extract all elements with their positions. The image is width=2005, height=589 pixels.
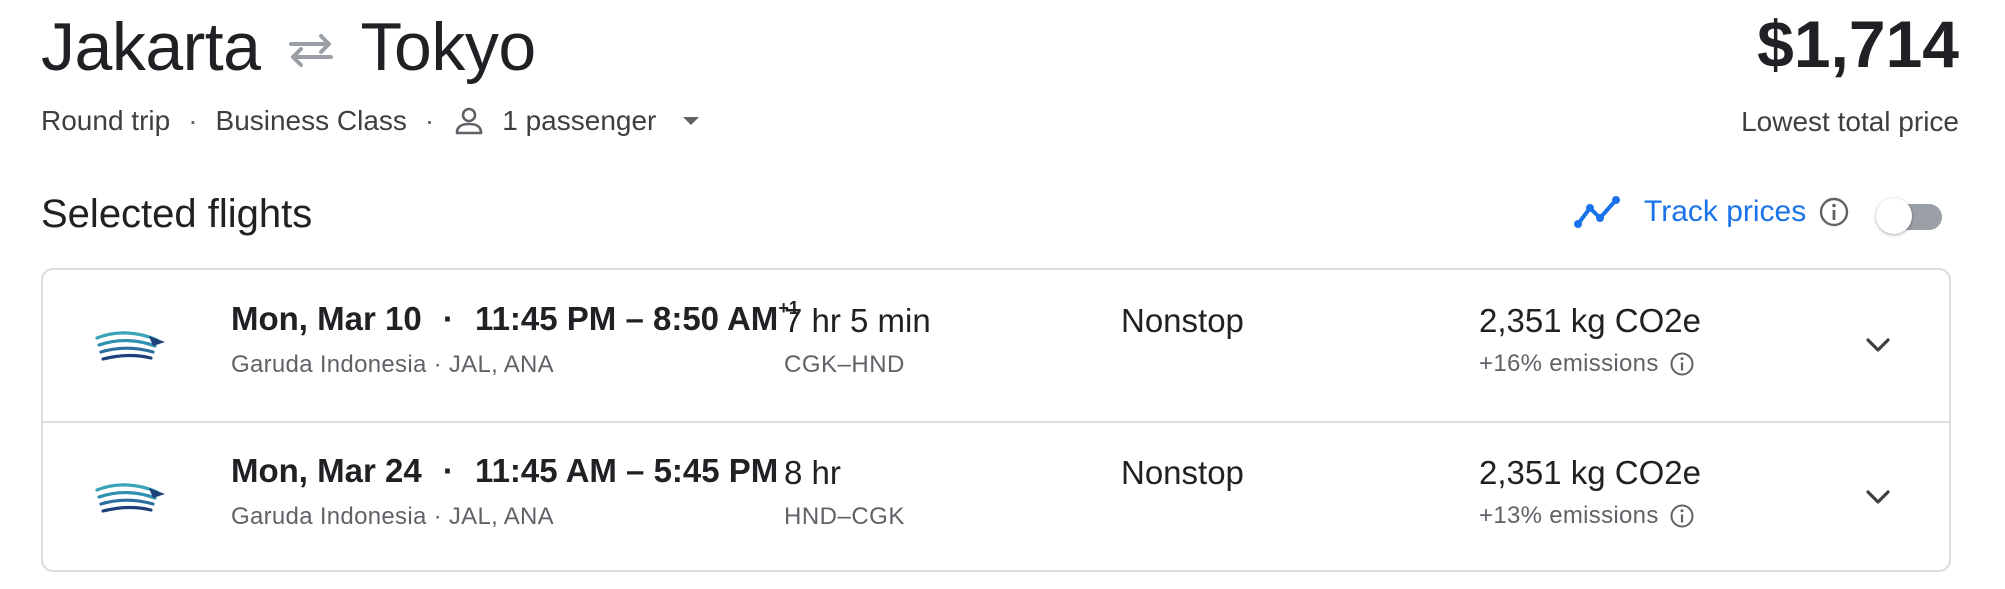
separator-dot: · — [442, 452, 454, 489]
flight-date: Mon, Mar 24 — [231, 452, 422, 489]
separator-dot: · — [424, 105, 435, 136]
airport-codes: HND–CGK — [784, 503, 905, 530]
person-icon — [455, 107, 483, 135]
chevron-down-icon[interactable] — [1861, 480, 1895, 514]
emissions-label: +13% emissions — [1479, 502, 1659, 529]
cabin-class[interactable]: Business Class — [216, 105, 407, 137]
airline-names: Garuda Indonesia · JAL, ANA — [231, 351, 554, 378]
flight-date: Mon, Mar 10 — [231, 300, 422, 337]
toggle-knob — [1876, 198, 1912, 234]
info-icon[interactable] — [1669, 351, 1695, 377]
flight-duration: 7 hr 5 min — [784, 302, 931, 339]
garuda-logo — [95, 331, 165, 361]
price-label: Lowest total price — [1741, 106, 1959, 137]
passenger-selector[interactable]: 1 passenger — [502, 105, 656, 137]
track-prices-toggle[interactable] — [1876, 196, 1944, 236]
swap-arrows-icon — [288, 34, 333, 67]
co2-amount: 2,351 kg CO2e — [1479, 302, 1701, 339]
emissions-label: +16% emissions — [1479, 350, 1659, 377]
emissions-info: +16% emissions — [1479, 350, 1695, 378]
separator-dot: · — [188, 105, 198, 136]
flight-date-times: Mon, Mar 10 · 11:45 PM – 8:50 AM+1 — [231, 298, 799, 338]
selected-flights-card: Mon, Mar 10 · 11:45 PM – 8:50 AM+1 Garud… — [41, 268, 1951, 572]
chevron-down-icon[interactable] — [1861, 328, 1895, 362]
trip-type[interactable]: Round trip — [41, 105, 170, 137]
route-title: Jakarta Tokyo — [41, 8, 536, 86]
flight-date-times: Mon, Mar 24 · 11:45 AM – 5:45 PM — [231, 452, 778, 490]
section-title: Selected flights — [41, 192, 313, 236]
separator-dot: · — [442, 300, 454, 337]
track-prices-label[interactable]: Track prices — [1644, 195, 1806, 229]
info-icon[interactable] — [1669, 503, 1695, 529]
track-prices[interactable]: Track prices — [1574, 194, 1850, 230]
flight-duration: 8 hr — [784, 454, 841, 491]
origin-city: Jakarta — [41, 9, 261, 85]
flight-row[interactable]: Mon, Mar 24 · 11:45 AM – 5:45 PM Garuda … — [43, 422, 1949, 573]
destination-city: Tokyo — [360, 9, 537, 85]
trip-options: Round trip · Business Class · 1 passenge… — [41, 104, 704, 138]
airline-names: Garuda Indonesia · JAL, ANA — [231, 503, 554, 530]
caret-down-icon[interactable] — [678, 108, 704, 134]
airport-codes: CGK–HND — [784, 351, 905, 378]
stops: Nonstop — [1121, 454, 1244, 491]
trending-line-icon — [1574, 196, 1620, 228]
flight-row[interactable]: Mon, Mar 10 · 11:45 PM – 8:50 AM+1 Garud… — [43, 270, 1949, 423]
stops: Nonstop — [1121, 302, 1244, 339]
info-icon[interactable] — [1818, 196, 1850, 228]
flight-times: 11:45 PM – 8:50 AM — [475, 300, 779, 337]
garuda-logo — [95, 483, 165, 513]
co2-amount: 2,351 kg CO2e — [1479, 454, 1701, 491]
flight-times: 11:45 AM – 5:45 PM — [475, 452, 779, 489]
emissions-info: +13% emissions — [1479, 502, 1695, 530]
lowest-price: $1,714 — [1757, 7, 1959, 81]
